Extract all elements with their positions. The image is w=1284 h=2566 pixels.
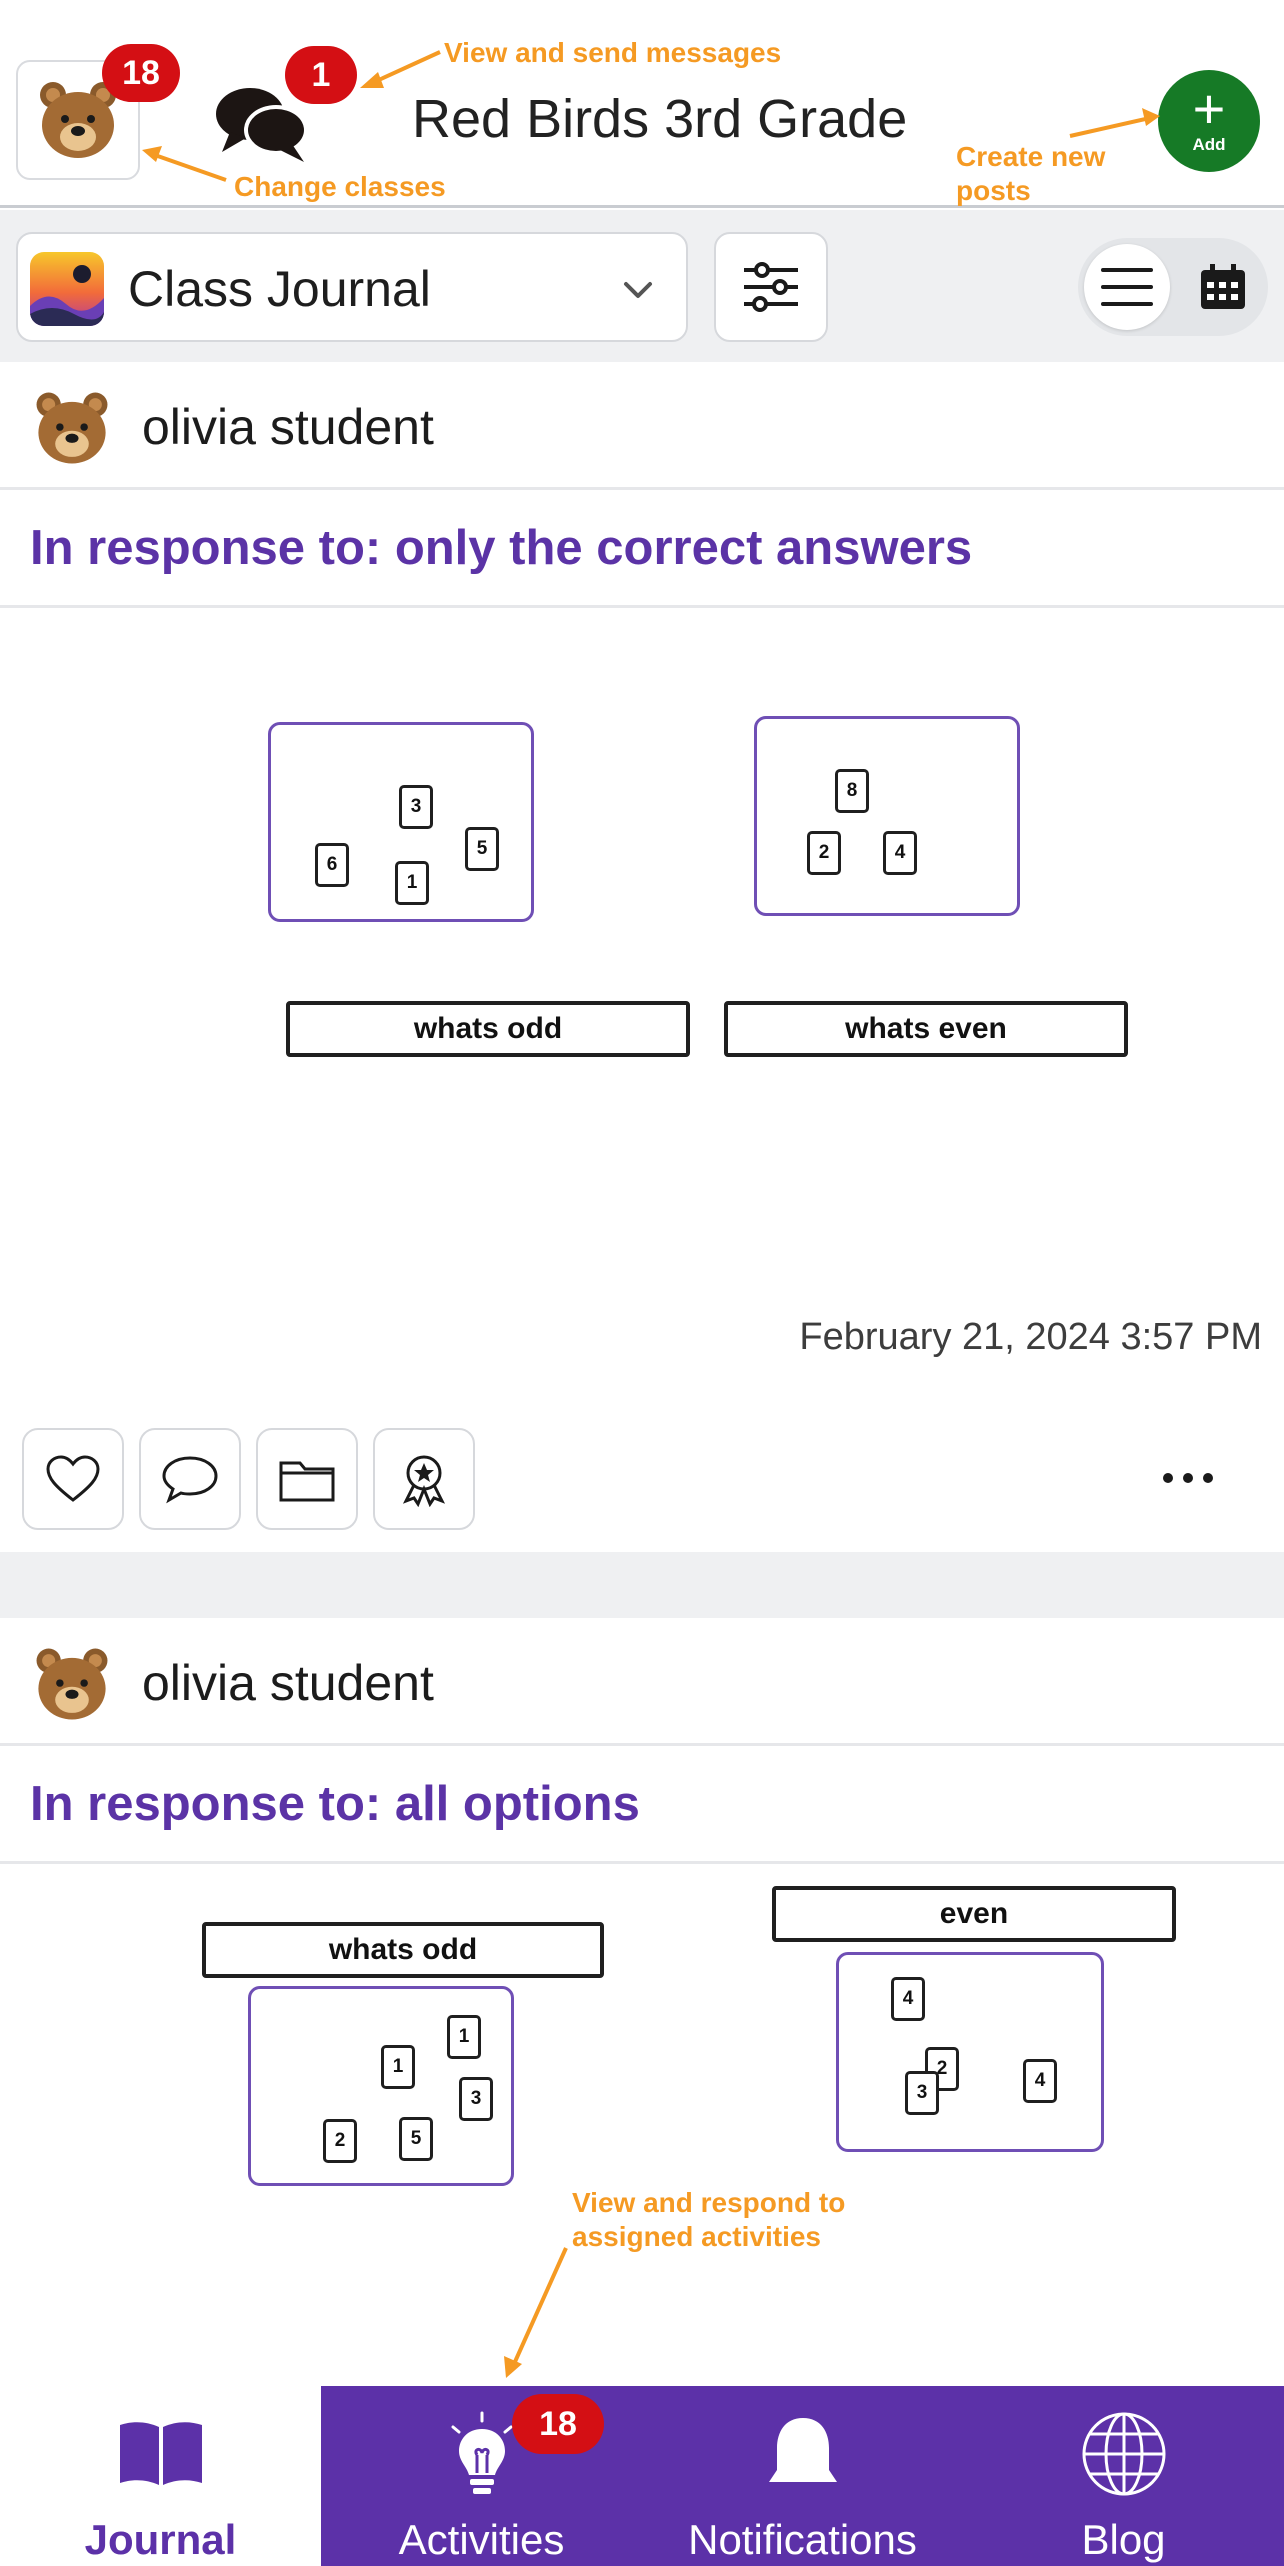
list-view-button[interactable] — [1084, 244, 1170, 330]
award-button[interactable] — [373, 1428, 475, 1530]
post-timestamp: February 21, 2024 3:57 PM — [799, 1316, 1262, 1358]
number-card: 3 — [905, 2071, 939, 2115]
response-text: In response to: all options — [30, 1777, 640, 1831]
nav-journal[interactable]: Journal — [0, 2386, 321, 2566]
number-card: 8 — [835, 769, 869, 813]
book-icon — [113, 2406, 209, 2502]
post-author-row: olivia student — [0, 1618, 1284, 1746]
number-card: 4 — [1023, 2059, 1057, 2103]
calendar-view-button[interactable] — [1188, 252, 1258, 322]
bell-icon — [755, 2406, 851, 2502]
callout-arrows — [142, 50, 1160, 182]
folder-icon — [279, 1461, 335, 1502]
nav-label: Journal — [84, 2516, 237, 2563]
callout-arrow — [504, 2247, 568, 2378]
comment-button[interactable] — [139, 1428, 241, 1530]
calendar-view-icon — [1201, 264, 1245, 309]
number-card: 6 — [315, 843, 349, 887]
chevron-down-icon — [624, 282, 652, 298]
group-label: even — [772, 1886, 1176, 1942]
response-prompt[interactable]: In response to: all options — [0, 1746, 1284, 1864]
nav-label: Notifications — [688, 2516, 917, 2563]
ellipsis-icon — [1163, 1473, 1213, 1483]
filter-sliders-icon — [744, 262, 798, 312]
like-button[interactable] — [22, 1428, 124, 1530]
number-card: 3 — [459, 2077, 493, 2121]
response-text: In response to: only the correct answers — [30, 521, 973, 575]
number-card: 2 — [807, 831, 841, 875]
bear-avatar-icon — [36, 1648, 108, 1720]
number-card: 1 — [447, 2015, 481, 2059]
post-author-row: olivia student — [0, 362, 1284, 490]
author-name: olivia student — [142, 1655, 434, 1711]
nav-blog[interactable]: Blog — [963, 2386, 1284, 2566]
activities-badge: 18 — [512, 2394, 604, 2454]
nav-label: Activities — [398, 2516, 565, 2563]
sort-box: 4 2 3 4 — [836, 1952, 1104, 2152]
post-separator — [0, 1552, 1284, 1618]
folder-button[interactable] — [256, 1428, 358, 1530]
number-card: 4 — [891, 1977, 925, 2021]
bear-avatar-icon — [36, 392, 108, 464]
globe-icon — [1076, 2406, 1172, 2502]
sort-box: 8 2 4 — [754, 716, 1020, 916]
sorting-activity-image: whats odd whats even — [0, 608, 1284, 1168]
view-toggle — [1078, 238, 1268, 336]
journal-label: Class Journal — [128, 261, 431, 317]
number-card: 4 — [883, 831, 917, 875]
list-view-icon — [1101, 268, 1153, 306]
more-options-button[interactable] — [1148, 1448, 1228, 1508]
number-card: 5 — [399, 2117, 433, 2161]
bottom-navigation: Journal Activities Notifications Blog — [0, 2386, 1284, 2566]
number-card: 5 — [465, 827, 499, 871]
award-ribbon-icon — [402, 1455, 446, 1507]
number-card: 1 — [395, 861, 429, 905]
journal-thumbnail-icon — [30, 252, 104, 326]
group-label: whats even — [724, 1001, 1128, 1057]
journal-post: olivia student In response to: all optio… — [0, 1618, 1284, 2386]
number-card: 3 — [399, 785, 433, 829]
heart-icon — [46, 1455, 100, 1502]
response-prompt[interactable]: In response to: only the correct answers — [0, 490, 1284, 608]
group-label: whats odd — [286, 1001, 690, 1057]
comment-bubble-icon — [162, 1456, 218, 1504]
group-label: whats odd — [202, 1922, 604, 1978]
author-name: olivia student — [142, 399, 434, 455]
journal-post: olivia student In response to: only the … — [0, 362, 1284, 1552]
sort-box: 1 1 3 2 5 — [248, 1986, 514, 2186]
sort-box: 3 5 6 1 — [268, 722, 534, 922]
number-card: 1 — [381, 2045, 415, 2089]
activities-callout-line2: assigned activities — [572, 2221, 822, 2252]
activities-callout-line1: View and respond to — [572, 2187, 846, 2218]
journal-select[interactable]: Class Journal — [16, 232, 688, 342]
app-header: 18 1 Red Birds 3rd Grade + Add View and … — [0, 0, 1284, 208]
nav-notifications[interactable]: Notifications — [642, 2386, 963, 2566]
journal-toolbar: Class Journal — [0, 210, 1284, 362]
filter-button[interactable] — [714, 232, 828, 342]
nav-label: Blog — [1081, 2516, 1166, 2563]
number-card: 2 — [323, 2119, 357, 2163]
